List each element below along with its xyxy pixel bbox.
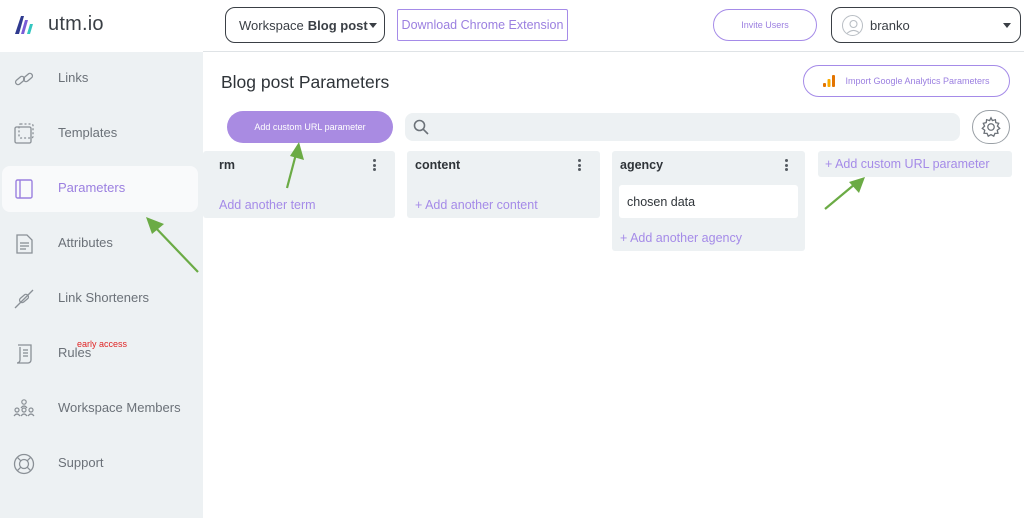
add-value-link[interactable]: Add another term [219, 198, 316, 212]
attributes-icon [16, 234, 33, 254]
annotation-arrow-icon [824, 177, 865, 210]
templates-icon [14, 123, 34, 144]
sidebar-item-rules[interactable]: Rules [2, 331, 198, 377]
user-icon [846, 19, 861, 35]
brand[interactable]: utm.io [0, 0, 203, 52]
page-title: Blog post Parameters [221, 72, 390, 92]
search-bar [405, 113, 960, 141]
sidebar-item-support[interactable]: Support [2, 441, 198, 487]
add-value-link[interactable]: + Add another content [415, 198, 538, 212]
sidebar-item-link-shorteners[interactable]: Link Shorteners [2, 276, 198, 322]
avatar [842, 15, 863, 36]
add-value-link[interactable]: + Add another agency [620, 231, 742, 245]
sidebar-item-templates[interactable]: Templates [2, 111, 198, 157]
add-custom-url-parameter-button[interactable]: Add custom URL parameter [227, 111, 393, 143]
rules-icon [16, 344, 32, 364]
user-name: branko [870, 18, 910, 33]
more-options-icon[interactable] [373, 159, 377, 173]
parameters-icon [15, 179, 33, 199]
sidebar-item-label: Templates [58, 125, 118, 140]
google-analytics-icon [823, 75, 836, 87]
sidebar-item-label: Support [58, 455, 104, 470]
workspace-select[interactable]: Workspace Blog post [225, 7, 385, 43]
user-menu[interactable]: branko [831, 7, 1021, 43]
sidebar-item-label: Parameters [58, 180, 126, 195]
import-ga-parameters-button[interactable]: Import Google Analytics Parameters [803, 65, 1010, 97]
sidebar-item-label: Links [58, 70, 89, 85]
annotation-arrow-icon [285, 142, 304, 189]
support-icon [13, 453, 35, 475]
sidebar-item-label: Link Shorteners [58, 290, 150, 305]
sidebar-item-links[interactable]: Links [2, 56, 198, 102]
gear-icon [981, 116, 1001, 138]
members-icon [13, 399, 35, 417]
parameter-column-agency: agency chosen data + Add another agency [612, 151, 805, 251]
early-access-badge: early access [77, 339, 128, 349]
sidebar-item-parameters[interactable]: Parameters [2, 166, 198, 212]
link-shortener-icon [14, 289, 34, 309]
parameter-column-content: content + Add another content [407, 151, 600, 218]
annotation-arrow-icon [146, 217, 199, 273]
sidebar-item-workspace-members[interactable]: Workspace Members [2, 386, 198, 432]
search-input[interactable] [435, 117, 950, 137]
utm-logo-icon [15, 16, 33, 34]
download-extension-button[interactable]: Download Chrome Extension [397, 9, 568, 41]
workspace-prefix: Workspace [239, 17, 304, 33]
sidebar-item-label: Workspace Members [58, 400, 181, 415]
chevron-down-icon [369, 23, 377, 28]
more-options-icon[interactable] [578, 159, 582, 173]
settings-button[interactable] [972, 110, 1010, 144]
import-ga-label: Import Google Analytics Parameters [845, 76, 990, 86]
brand-name: utm.io [48, 13, 104, 35]
sidebar-item-label: Attributes [58, 235, 113, 250]
column-title: rm [219, 158, 235, 172]
link-icon [14, 72, 34, 86]
search-icon [413, 119, 429, 135]
column-title: content [415, 158, 461, 172]
more-options-icon[interactable] [785, 159, 789, 173]
app-root: utm.io Links Templates Parameters Attrib… [0, 0, 1024, 518]
parameter-value-card[interactable]: chosen data [619, 185, 798, 218]
column-title: agency [620, 158, 664, 172]
workspace-name: Blog post [307, 17, 368, 33]
invite-users-button[interactable]: Invite Users [713, 9, 817, 41]
chevron-down-icon [1003, 23, 1011, 28]
